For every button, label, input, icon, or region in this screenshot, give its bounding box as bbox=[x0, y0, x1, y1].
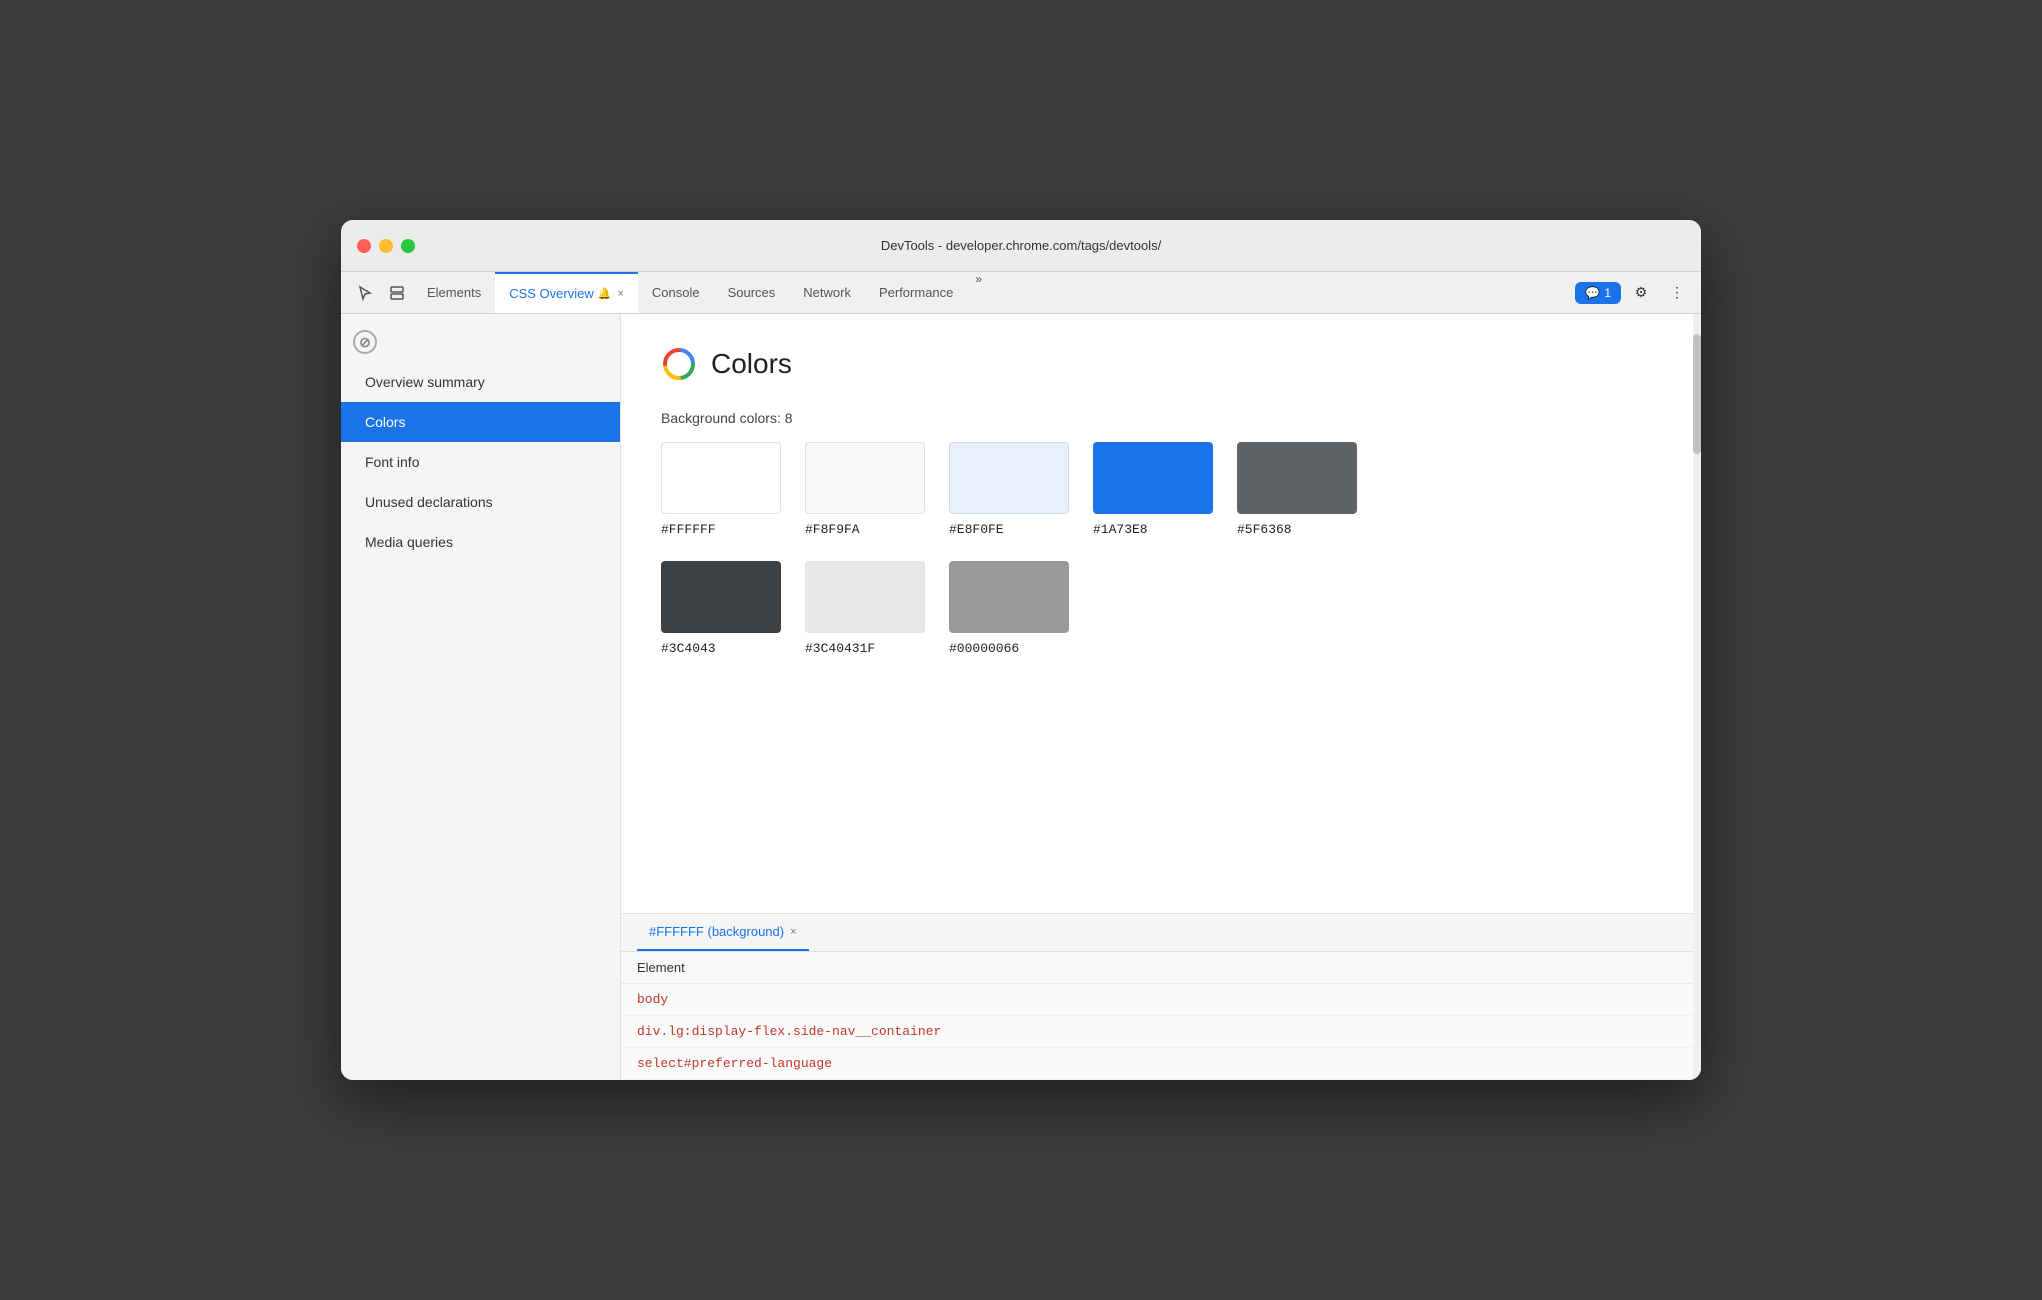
swatch-label-3c40431f: #3C40431F bbox=[805, 641, 875, 656]
traffic-lights bbox=[357, 239, 415, 253]
swatch-label-e8f0fe: #E8F0FE bbox=[949, 522, 1004, 537]
swatch-color-f8f9fa[interactable] bbox=[805, 442, 925, 514]
swatch-label-ffffff: #FFFFFF bbox=[661, 522, 716, 537]
element-row-div[interactable]: div.lg:display-flex.side-nav__container bbox=[621, 1016, 1701, 1048]
tab-console[interactable]: Console bbox=[638, 272, 714, 313]
tabs-overflow-button[interactable]: » bbox=[967, 272, 990, 313]
colors-section: Colors Background colors: 8 #FFFFFF #F8F… bbox=[621, 314, 1701, 913]
tab-performance[interactable]: Performance bbox=[865, 272, 967, 313]
element-table-header: Element bbox=[621, 952, 1701, 984]
swatch-1a73e8[interactable]: #1A73E8 bbox=[1093, 442, 1213, 537]
element-row-select[interactable]: select#preferred-language bbox=[621, 1048, 1701, 1080]
swatches-row-1: #FFFFFF #F8F9FA #E8F0FE #1A73E8 bbox=[661, 442, 1661, 537]
swatch-color-ffffff[interactable] bbox=[661, 442, 781, 514]
swatch-color-1a73e8[interactable] bbox=[1093, 442, 1213, 514]
swatch-label-1a73e8: #1A73E8 bbox=[1093, 522, 1148, 537]
sidebar-item-overview-summary[interactable]: Overview summary bbox=[341, 362, 620, 402]
bottom-tab-close-icon[interactable]: × bbox=[790, 926, 796, 938]
colors-header: Colors bbox=[661, 346, 1661, 382]
swatch-color-e8f0fe[interactable] bbox=[949, 442, 1069, 514]
swatch-5f6368[interactable]: #5F6368 bbox=[1237, 442, 1357, 537]
minimize-button[interactable] bbox=[379, 239, 393, 253]
bottom-tab-ffffff[interactable]: #FFFFFF (background) × bbox=[637, 914, 809, 951]
content-area: Colors Background colors: 8 #FFFFFF #F8F… bbox=[621, 314, 1701, 913]
page-title: Colors bbox=[711, 348, 792, 380]
tabbar-actions: 💬 1 ⚙ ⋮ bbox=[1575, 272, 1693, 313]
bg-colors-label: Background colors: 8 bbox=[661, 410, 1661, 426]
block-icon: ⊘ bbox=[353, 330, 377, 354]
swatch-ffffff[interactable]: #FFFFFF bbox=[661, 442, 781, 537]
tab-elements[interactable]: Elements bbox=[413, 272, 495, 313]
tab-css-overview[interactable]: CSS Overview 🔔 × bbox=[495, 272, 638, 313]
swatch-label-3c4043: #3C4043 bbox=[661, 641, 716, 656]
sidebar: ⊘ Overview summary Colors Font info Unus… bbox=[341, 314, 621, 1080]
window-title: DevTools - developer.chrome.com/tags/dev… bbox=[881, 238, 1161, 253]
devtools-window: DevTools - developer.chrome.com/tags/dev… bbox=[341, 220, 1701, 1080]
close-button[interactable] bbox=[357, 239, 371, 253]
main-content: ⊘ Overview summary Colors Font info Unus… bbox=[341, 314, 1701, 1080]
tab-network[interactable]: Network bbox=[789, 272, 865, 313]
swatch-color-5f6368[interactable] bbox=[1237, 442, 1357, 514]
swatch-label-f8f9fa: #F8F9FA bbox=[805, 522, 860, 537]
swatches-row-2: #3C4043 #3C40431F #00000066 bbox=[661, 561, 1661, 656]
sidebar-icon-row: ⊘ bbox=[341, 322, 620, 362]
cursor-icon[interactable] bbox=[349, 272, 381, 313]
swatch-3c40431f[interactable]: #3C40431F bbox=[805, 561, 925, 656]
google-logo-icon bbox=[661, 346, 697, 382]
bottom-tab-bar: #FFFFFF (background) × bbox=[621, 914, 1701, 952]
bell-icon: 🔔 bbox=[598, 287, 612, 300]
swatch-e8f0fe[interactable]: #E8F0FE bbox=[949, 442, 1069, 537]
sidebar-item-colors[interactable]: Colors bbox=[341, 402, 620, 442]
bottom-panel: #FFFFFF (background) × Element body div.… bbox=[621, 913, 1701, 1080]
swatch-color-3c40431f[interactable] bbox=[805, 561, 925, 633]
swatch-00000066[interactable]: #00000066 bbox=[949, 561, 1069, 656]
chat-button[interactable]: 💬 1 bbox=[1575, 282, 1621, 304]
tab-sources[interactable]: Sources bbox=[714, 272, 790, 313]
chat-icon: 💬 bbox=[1585, 286, 1600, 300]
sidebar-item-media-queries[interactable]: Media queries bbox=[341, 522, 620, 562]
more-button[interactable]: ⋮ bbox=[1661, 279, 1693, 307]
swatch-3c4043[interactable]: #3C4043 bbox=[661, 561, 781, 656]
maximize-button[interactable] bbox=[401, 239, 415, 253]
titlebar: DevTools - developer.chrome.com/tags/dev… bbox=[341, 220, 1701, 272]
settings-button[interactable]: ⚙ bbox=[1625, 279, 1657, 307]
element-table: Element body div.lg:display-flex.side-na… bbox=[621, 952, 1701, 1080]
sidebar-item-font-info[interactable]: Font info bbox=[341, 442, 620, 482]
swatch-label-00000066: #00000066 bbox=[949, 641, 1019, 656]
swatch-f8f9fa[interactable]: #F8F9FA bbox=[805, 442, 925, 537]
layers-icon[interactable] bbox=[381, 272, 413, 313]
swatch-label-5f6368: #5F6368 bbox=[1237, 522, 1292, 537]
swatch-color-3c4043[interactable] bbox=[661, 561, 781, 633]
swatch-color-00000066[interactable] bbox=[949, 561, 1069, 633]
tab-close-icon[interactable]: × bbox=[617, 288, 623, 300]
tabbar: Elements CSS Overview 🔔 × Console Source… bbox=[341, 272, 1701, 314]
element-row-body[interactable]: body bbox=[621, 984, 1701, 1016]
sidebar-item-unused-declarations[interactable]: Unused declarations bbox=[341, 482, 620, 522]
